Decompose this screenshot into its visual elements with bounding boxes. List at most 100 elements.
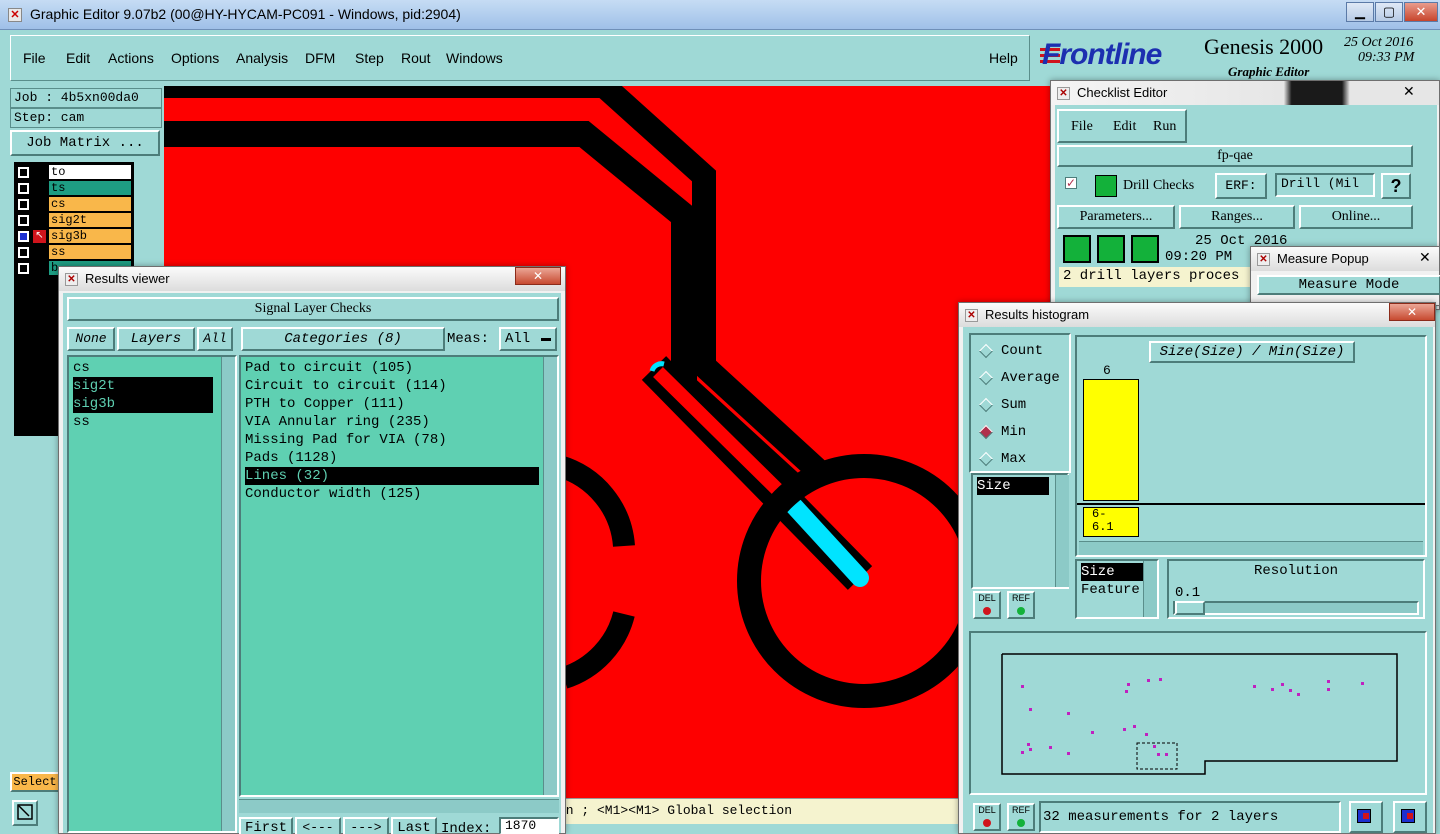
zoom-to-icon[interactable] [1393, 801, 1427, 833]
checklist-menu-file[interactable]: File [1071, 119, 1093, 135]
list-item[interactable]: ss [73, 413, 213, 431]
measurement-point[interactable] [1281, 683, 1284, 686]
menu-analysis[interactable]: Analysis [236, 50, 288, 66]
category-hscrollbar[interactable] [239, 799, 559, 813]
check-enable-checkbox[interactable]: ✓ [1065, 177, 1077, 189]
measurement-point[interactable] [1165, 753, 1168, 756]
measurement-point[interactable] [1021, 685, 1024, 688]
measurement-point[interactable] [1091, 731, 1094, 734]
measurement-point[interactable] [1297, 693, 1300, 696]
minimize-button[interactable]: ▁ [1346, 2, 1374, 22]
last-button[interactable]: Last [391, 817, 437, 834]
menu-actions[interactable]: Actions [108, 50, 154, 66]
category-list-scrollbar[interactable] [543, 357, 557, 795]
prev-button[interactable]: <--- [295, 817, 341, 834]
list-item[interactable]: cs [73, 359, 213, 377]
measurement-point[interactable] [1361, 682, 1364, 685]
sort-list-scrollbar[interactable] [1143, 561, 1157, 617]
layer-checkbox[interactable] [18, 231, 29, 242]
list-item[interactable]: Feature [1081, 581, 1147, 599]
measurement-point[interactable] [1147, 679, 1150, 682]
ranges-button[interactable]: Ranges... [1179, 205, 1295, 229]
run-action-icon[interactable] [1097, 235, 1125, 263]
layer-row[interactable]: ↖ sig3b [14, 228, 134, 244]
layer-checkbox[interactable] [18, 247, 29, 258]
menu-step[interactable]: Step [355, 50, 384, 66]
list-item[interactable]: Pad to circuit (105) [245, 359, 539, 377]
measurement-point[interactable] [1127, 683, 1130, 686]
zoom-icon[interactable] [12, 800, 38, 826]
list-item[interactable]: Lines (32) [245, 467, 539, 485]
list-item[interactable]: Size [977, 477, 1049, 495]
field-list-scrollbar[interactable] [1055, 475, 1069, 587]
measure-popup-close-button[interactable]: ✕ [1419, 249, 1431, 266]
resolution-slider-handle[interactable] [1175, 601, 1205, 615]
layer-checkbox[interactable] [18, 167, 29, 178]
list-item[interactable]: Missing Pad for VIA (78) [245, 431, 539, 449]
measurement-point[interactable] [1153, 745, 1156, 748]
measurement-point[interactable] [1327, 680, 1330, 683]
list-item[interactable]: PTH to Copper (111) [245, 395, 539, 413]
categories-button[interactable]: Categories (8) [241, 327, 445, 351]
online-button[interactable]: Online... [1299, 205, 1413, 229]
none-button[interactable]: None [67, 327, 115, 351]
measurement-point[interactable] [1123, 728, 1126, 731]
layer-checkbox[interactable] [18, 183, 29, 194]
export-icon[interactable] [1349, 801, 1383, 833]
all-button[interactable]: All [197, 327, 233, 351]
category-results-list[interactable]: Pad to circuit (105) Circuit to circuit … [239, 355, 559, 797]
list-item[interactable]: sig2t [73, 377, 213, 395]
resolution-slider[interactable] [1173, 601, 1419, 615]
help-button[interactable]: ? [1381, 173, 1411, 199]
layer-checkbox[interactable] [18, 263, 29, 274]
job-matrix-button[interactable]: Job Matrix ... [10, 130, 160, 156]
measurement-point[interactable] [1029, 748, 1032, 751]
menu-dfm[interactable]: DFM [305, 50, 335, 66]
layer-row[interactable]: ss [14, 244, 134, 260]
run-action-icon[interactable] [1131, 235, 1159, 263]
menu-file[interactable]: File [23, 50, 46, 66]
list-item[interactable]: Circuit to circuit (114) [245, 377, 539, 395]
erf-value-field[interactable]: Drill (Mil [1275, 173, 1375, 197]
list-item[interactable]: sig3b [73, 395, 213, 413]
measurement-point[interactable] [1133, 725, 1136, 728]
measurement-point[interactable] [1289, 689, 1292, 692]
ref-button[interactable]: REF [1007, 591, 1035, 619]
menu-help[interactable]: Help [989, 50, 1018, 66]
histogram-close-button[interactable]: ✕ [1389, 303, 1435, 321]
checklist-close-button[interactable]: ✕ [1403, 83, 1415, 100]
measurement-point[interactable] [1271, 688, 1274, 691]
next-button[interactable]: ---> [343, 817, 389, 834]
checklist-menu-edit[interactable]: Edit [1113, 119, 1136, 135]
measurement-point[interactable] [1253, 685, 1256, 688]
close-button[interactable]: ✕ [1404, 2, 1438, 22]
menu-rout[interactable]: Rout [401, 50, 431, 66]
layer-list-scrollbar[interactable] [221, 357, 235, 831]
index-input[interactable]: 1870 [499, 817, 559, 834]
checklist-menu-run[interactable]: Run [1153, 119, 1176, 135]
meas-dropdown[interactable]: All [499, 327, 557, 351]
layer-results-list[interactable]: cs sig2t sig3b ss [67, 355, 237, 833]
results-viewer-close-button[interactable]: ✕ [515, 267, 561, 285]
menu-options[interactable]: Options [171, 50, 219, 66]
layer-row[interactable]: sig2t [14, 212, 134, 228]
menu-windows[interactable]: Windows [446, 50, 503, 66]
list-item[interactable]: Pads (1128) [245, 449, 539, 467]
measurement-point[interactable] [1067, 712, 1070, 715]
layers-button[interactable]: Layers [117, 327, 195, 351]
list-item[interactable]: VIA Annular ring (235) [245, 413, 539, 431]
ref-button[interactable]: REF [1007, 803, 1035, 831]
layer-checkbox[interactable] [18, 215, 29, 226]
measurement-point[interactable] [1027, 743, 1030, 746]
field-list[interactable]: Size [971, 473, 1069, 589]
measurement-point[interactable] [1327, 688, 1330, 691]
layer-row[interactable]: cs [14, 196, 134, 212]
list-item[interactable]: Conductor width (125) [245, 485, 539, 503]
measurement-point[interactable] [1159, 678, 1162, 681]
list-item[interactable]: Size [1081, 563, 1143, 581]
histogram-bar[interactable] [1083, 379, 1139, 501]
del-button[interactable]: DEL [973, 591, 1001, 619]
select-button[interactable]: Select [10, 772, 60, 792]
del-button[interactable]: DEL [973, 803, 1001, 831]
measurement-point[interactable] [1021, 751, 1024, 754]
